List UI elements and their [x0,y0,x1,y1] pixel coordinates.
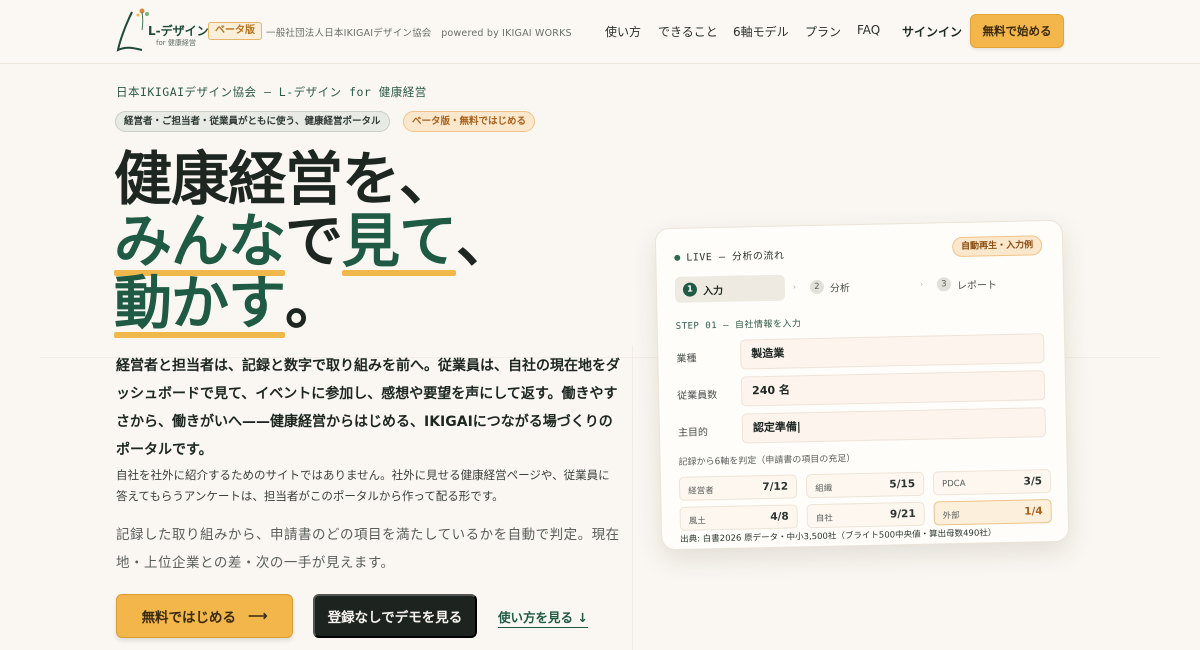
logo-subtext: for 健康経営 [156,39,196,47]
hero-note: 自社を社外に紹介するためのサイトではありません。社外に見せる健康経営ページや、従… [116,468,610,503]
audience-pill: 経営者・ご担当者・従業員がともに使う、健康経営ポータル [115,111,390,132]
step-number: 1 [682,282,698,297]
axis-value: 9/21 [889,507,916,521]
headline-line-1: 健康経営を、 [114,145,457,213]
nav-link-features[interactable]: できること [658,23,718,40]
demo-card: LIVE — 分析の流れ 自動再生・入力例 1 入力 › 2 分析 › 3 レポ… [654,219,1070,551]
beta-free-pill: ベータ版・無料ではじめる [403,111,536,132]
field-label: 従業員数 [677,390,718,402]
axis-card: 経営者 7/12 [678,474,798,501]
divider [632,345,633,650]
axis-card: 組織 5/15 [805,471,925,499]
step-label: レポート [956,279,998,292]
start-free-hero-button[interactable]: 無料ではじめる ⟶ [116,594,293,638]
axis-card: 外部 1/4 [933,499,1052,526]
live-indicator: LIVE — 分析の流れ [674,247,785,264]
autoplay-badge[interactable]: 自動再生・入力例 [951,235,1043,258]
purpose-field: 主目的 認定準備| [678,407,1051,445]
headline-text: 、 [456,207,514,275]
chevron-right-icon: › [792,282,797,292]
axis-value: 5/15 [889,477,916,491]
nav-link-six-axis-model[interactable]: 6軸モデル [733,23,789,40]
axis-card: PDCA 3/5 [932,469,1052,496]
field-label: 業種 [676,353,697,365]
tab-step-input[interactable]: 1 入力 [674,274,786,303]
step-title: STEP 01 — 自社情報を入力 [675,319,802,332]
arrow-right-icon: ⟶ [248,608,268,623]
headline-text: で [285,207,343,275]
logo[interactable]: L-デザイン for 健康経営 [112,6,209,58]
axis-name: PDCA [941,478,966,490]
live-dot-icon [674,254,681,261]
axis-name: 自社 [815,513,833,524]
chevron-right-icon: › [919,279,924,289]
axis-value: 7/12 [762,480,789,494]
axis-judgement-title: 記録から6軸を判定（申請書の項目の充足） [678,454,856,468]
step-label: 分析 [829,282,851,295]
start-free-button[interactable]: 無料で始める [970,14,1064,48]
nav-link-plans[interactable]: プラン [805,23,841,40]
beta-badge: ベータ版 [208,22,262,40]
step-number: 3 [936,277,952,292]
industry-field: 業種 製造業 [676,333,1049,371]
step-tabs: 1 入力 › 2 分析 › 3 レポート [674,269,1047,303]
tab-step-analysis[interactable]: 2 分析 [809,273,851,300]
step-number: 2 [809,279,825,295]
headline-highlight: 見て [342,207,457,276]
field-label: 主目的 [677,427,709,439]
organization-text: 一般社団法人日本IKIGAIデザイン協会 powered by IKIGAI W… [266,28,572,39]
industry-input[interactable]: 製造業 [740,333,1045,370]
axis-card: 自社 9/21 [806,501,925,529]
tab-step-report[interactable]: 3 レポート [936,270,998,297]
headline-text: 健康経営を、 [114,145,457,213]
axis-value: 1/4 [1024,505,1043,518]
purpose-input[interactable]: 認定準備| [741,407,1047,444]
logo-text: L-デザイン [148,24,209,38]
axis-value: 4/8 [770,510,789,523]
headline-text: 。 [285,269,343,337]
employee-count-field: 従業員数 240 名 [677,370,1050,408]
button-label: 無料ではじめる [141,610,237,625]
headline-line-3: 動かす。 [114,269,343,338]
axis-name: 外部 [942,510,960,522]
step-label: 入力 [702,285,724,297]
site-header: L-デザイン for 健康経営 ベータ版 一般社団法人日本IKIGAIデザイン協… [0,0,1200,64]
hero-eyebrow: 日本IKIGAIデザイン協会 — L-デザイン for 健康経営 [116,85,427,99]
axis-name: 組織 [815,483,833,495]
nav-link-usage[interactable]: 使い方 [605,23,641,40]
hero-note-secondary: 記録した取り組みから、申請書のどの項目を満たしているかを自動で判定。現在地・上位… [116,527,620,571]
headline-line-2: みんなで見て、 [114,207,514,276]
axis-name: 経営者 [688,486,714,497]
view-demo-button[interactable]: 登録なしでデモを見る [313,594,477,638]
nav-link-faq[interactable]: FAQ [857,23,880,37]
headline-highlight: 動かす [114,269,286,338]
signin-link[interactable]: サインイン [902,23,962,40]
employee-count-input[interactable]: 240 名 [740,370,1046,407]
headline-highlight: みんな [114,207,286,276]
how-to-use-link[interactable]: 使い方を見る ↓ [498,607,588,628]
axis-card: 風土 4/8 [679,504,798,531]
hero-lead: 経営者と担当者は、記録と数字で取り組みを前へ。従業員は、自社の現在地をダッシュボ… [116,358,620,458]
axis-value: 3/5 [1023,475,1043,488]
axis-name: 風土 [688,516,706,527]
live-label: LIVE — 分析の流れ [686,250,785,264]
